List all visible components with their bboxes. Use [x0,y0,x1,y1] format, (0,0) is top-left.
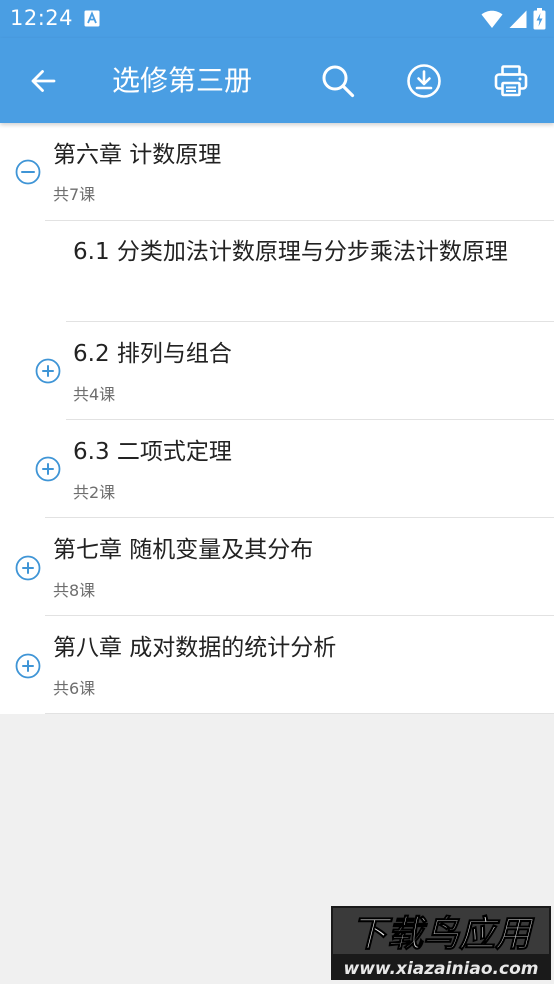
arrow-left-icon [31,70,56,92]
battery-charging-icon [533,8,546,30]
expand-icon[interactable] [35,456,61,482]
status-icons [481,7,546,31]
expand-icon[interactable] [15,555,41,581]
search-button[interactable] [315,58,361,104]
section-title: 6.1 分类加法计数原理与分步乘法计数原理 [73,239,508,265]
svg-text:下载鸟应用: 下载鸟应用 [351,914,535,955]
back-button[interactable] [22,60,64,102]
chapter-title: 第八章 成对数据的统计分析 [53,635,337,661]
section-title: 6.3 二项式定理 [73,439,232,465]
collapse-icon[interactable] [15,159,41,185]
chapter-row[interactable]: 第七章 随机变量及其分布 共8课 [0,518,554,616]
divider [45,713,554,714]
print-button[interactable] [488,58,534,104]
wifi-icon [481,10,503,28]
section-row[interactable]: 6.3 二项式定理 共2课 [0,420,554,518]
section-lesson-count: 共4课 [73,385,116,404]
chapter-row[interactable]: 第六章 计数原理 共7课 [0,123,554,221]
a-letter-icon [84,10,100,27]
search-icon [322,65,355,98]
section-lesson-count: 共2课 [73,483,116,502]
chapter-lesson-count: 共7课 [53,185,96,204]
download-icon [407,64,441,98]
watermark-logo: 下载鸟应用 www.xiazainiao.com [331,906,551,980]
chapter-title: 第七章 随机变量及其分布 [53,537,314,563]
app-bar: 选修第三册 [0,38,554,123]
screen: 12:24 选修第三册 第六章 计数原理 共7课 6.1 分类加法计数原理与分步… [0,0,554,984]
section-row[interactable]: 6.1 分类加法计数原理与分步乘法计数原理 [0,221,554,322]
expand-icon[interactable] [35,358,61,384]
chapter-list: 第六章 计数原理 共7课 6.1 分类加法计数原理与分步乘法计数原理 6.2 排… [0,123,554,714]
section-row[interactable]: 6.2 排列与组合 共4课 [0,322,554,420]
chapter-row[interactable]: 第八章 成对数据的统计分析 共6课 [0,616,554,714]
expand-icon[interactable] [15,653,41,679]
printer-icon [494,65,528,97]
cellular-icon [509,10,527,28]
chapter-lesson-count: 共6课 [53,679,96,698]
page-title: 选修第三册 [112,64,253,97]
chapter-lesson-count: 共8课 [53,581,96,600]
chapter-title: 第六章 计数原理 [53,142,222,168]
status-time: 12:24 [10,6,74,30]
svg-text:www.xiazainiao.com: www.xiazainiao.com [344,959,539,979]
section-title: 6.2 排列与组合 [73,341,232,367]
status-bar: 12:24 [0,0,554,38]
download-button[interactable] [401,58,447,104]
